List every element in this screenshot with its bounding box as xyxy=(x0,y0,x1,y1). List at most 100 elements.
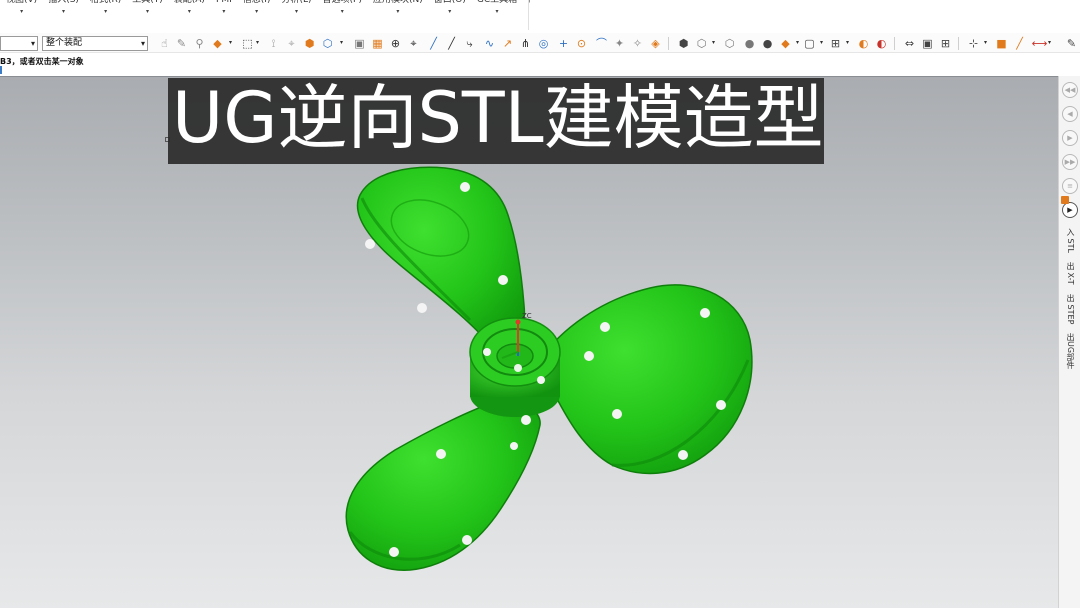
eye-icon[interactable]: ◈ xyxy=(648,36,663,51)
wire-icon[interactable]: ⬡ xyxy=(694,36,709,51)
menu-item-label: 工具(T) xyxy=(132,0,163,5)
menu-item[interactable]: 首选项(P) ▾ xyxy=(319,0,366,18)
menu-item[interactable]: 窗口(O) ▾ xyxy=(430,0,470,18)
pencil-icon[interactable]: ✎ xyxy=(1064,36,1079,51)
menu-item-label: 插入(S) xyxy=(48,0,79,5)
chevron-down-icon[interactable]: ▾ xyxy=(1048,39,1051,46)
resource-tab[interactable]: 出 STEP xyxy=(1063,294,1077,324)
resource-tab[interactable]: 入 STL xyxy=(1063,228,1077,253)
scope-filter-select[interactable]: 整个装配 ▾ xyxy=(42,36,148,51)
arc-icon[interactable]: ⌒ xyxy=(594,36,609,51)
chevron-down-icon: ▾ xyxy=(104,8,108,15)
menu-item[interactable]: 装配(A) ▾ xyxy=(170,0,209,18)
menu-divider xyxy=(528,0,529,30)
face-icon[interactable]: ⬢ xyxy=(302,36,317,51)
video-title-overlay: UG逆向STL建模造型 xyxy=(168,78,824,164)
scope-filter-value: 整个装配 xyxy=(46,38,83,48)
chevron-down-icon: ▾ xyxy=(396,8,400,15)
resource-bar: ◀◀ ◀ ▶ ▶▶ ≡ ▶ 入 STL 出 X-T 出 STEP 出UG部件 xyxy=(1058,76,1080,608)
chevron-down-icon: ▾ xyxy=(255,8,259,15)
material-icon[interactable]: ◐ xyxy=(874,36,889,51)
chevron-down-icon[interactable]: ▾ xyxy=(984,39,987,46)
line2-icon[interactable]: ╱ xyxy=(444,36,459,51)
menu-item-label: GC工具箱 xyxy=(476,0,518,5)
chevron-down-icon[interactable]: ▾ xyxy=(820,39,823,46)
hub-inner-ring xyxy=(496,343,534,369)
chevron-down-icon[interactable]: ▾ xyxy=(256,39,259,46)
menu-item[interactable]: 插入(S) ▾ xyxy=(44,0,83,18)
chevron-down-icon: ▾ xyxy=(340,8,344,15)
crosshair-icon[interactable]: ⊕ xyxy=(388,36,403,51)
grid-icon[interactable]: ⊞ xyxy=(938,36,953,51)
role-play-icon[interactable]: ▶ xyxy=(1062,202,1078,218)
menu-item-label: PMI xyxy=(215,0,232,5)
component-icon[interactable]: ▦ xyxy=(370,36,385,51)
snap-point-icon[interactable]: ◆ xyxy=(210,36,225,51)
layer-icon[interactable]: ⊞ xyxy=(828,36,843,51)
history-back-icon[interactable]: ◀◀ xyxy=(1062,82,1078,98)
target-icon[interactable]: ⊙ xyxy=(574,36,589,51)
spline-icon[interactable]: ∿ xyxy=(482,36,497,51)
fit-icon[interactable]: ▣ xyxy=(920,36,935,51)
lasso-icon[interactable]: ✎ xyxy=(174,36,189,51)
frame-icon[interactable]: ▢ xyxy=(802,36,817,51)
move-icon[interactable]: ⊹ xyxy=(966,36,981,51)
resource-tab[interactable]: 出UG部件 xyxy=(1063,333,1077,369)
menu-item[interactable]: 格式(R) ▾ xyxy=(86,0,125,18)
brush-icon[interactable]: ╱ xyxy=(1012,36,1027,51)
select-icon[interactable]: ☝ xyxy=(157,36,172,51)
solid-icon[interactable]: ▣ xyxy=(352,36,367,51)
menu-item[interactable]: 分析(L) ▾ xyxy=(277,0,315,18)
chevron-down-icon[interactable]: ▾ xyxy=(796,39,799,46)
sweep-icon[interactable]: ✧ xyxy=(630,36,645,51)
menu-item[interactable]: 应用模块(N) ▾ xyxy=(369,0,427,18)
tangent-icon[interactable]: ✦ xyxy=(612,36,627,51)
cue-text: B3，或者双击某一对象 xyxy=(0,57,84,66)
chevron-down-icon: ▾ xyxy=(187,8,191,15)
chevron-down-icon[interactable]: ▾ xyxy=(229,39,232,46)
resource-tab[interactable]: 出 X-T xyxy=(1063,262,1077,285)
menu-bar: 视图(V) ▾ 插入(S) ▾ 格式(R) ▾ 工具(T) ▾ 装配(A) ▾ PMI ▾ 信息(I) ▾… xyxy=(0,0,530,18)
plus-icon[interactable]: + xyxy=(556,36,571,51)
curve-icon[interactable]: ⤷ xyxy=(462,36,477,51)
chevron-down-icon: ▾ xyxy=(140,39,145,48)
selection-scope-icon[interactable]: ⬚ xyxy=(240,36,255,51)
chevron-down-icon: ▾ xyxy=(62,8,66,15)
menu-item[interactable]: PMI ▾ xyxy=(212,0,236,18)
circle-icon[interactable]: ◎ xyxy=(536,36,551,51)
menu-item[interactable]: 信息(I) ▾ xyxy=(239,0,275,18)
toolbar-separator xyxy=(668,37,669,50)
edge-display-icon[interactable]: ⬡ xyxy=(722,36,737,51)
menu-item[interactable]: GC工具箱 ▾ xyxy=(473,0,521,18)
view-icon[interactable]: ⇔ xyxy=(902,36,917,51)
chevron-down-icon[interactable]: ▾ xyxy=(846,39,849,46)
history-forward-icon[interactable]: ▶▶ xyxy=(1062,154,1078,170)
menu-item[interactable]: 视图(V) ▾ xyxy=(2,0,41,18)
resource-tabs: 入 STL 出 X-T 出 STEP 出UG部件 xyxy=(1063,228,1077,378)
box-select-icon[interactable]: ⟟ xyxy=(266,36,281,51)
edge-icon[interactable]: ↗ xyxy=(500,36,515,51)
palette-icon[interactable]: ◆ xyxy=(778,36,793,51)
paint-icon[interactable]: ◐ xyxy=(856,36,871,51)
sphere-icon[interactable]: ● xyxy=(760,36,775,51)
propeller-blade-lower[interactable] xyxy=(345,399,541,571)
chevron-down-icon: ▾ xyxy=(222,8,226,15)
chevron-down-icon[interactable]: ▾ xyxy=(340,39,343,46)
fork-icon[interactable]: ⋔ xyxy=(518,36,533,51)
history-list-icon[interactable]: ≡ xyxy=(1062,178,1078,194)
intersect-icon[interactable]: ⌖ xyxy=(406,36,421,51)
body-icon[interactable]: ⬡ xyxy=(320,36,335,51)
menu-item[interactable]: 工具(T) ▾ xyxy=(128,0,167,18)
history-step-forward-icon[interactable]: ▶ xyxy=(1062,130,1078,146)
chevron-down-icon[interactable]: ▾ xyxy=(712,39,715,46)
orange-square-icon[interactable]: ■ xyxy=(994,36,1009,51)
point-snap-icon[interactable]: ⌖ xyxy=(284,36,299,51)
filter-icon[interactable]: ⚲ xyxy=(192,36,207,51)
gray-sphere-icon[interactable]: ● xyxy=(742,36,757,51)
history-step-back-icon[interactable]: ◀ xyxy=(1062,106,1078,122)
line-icon[interactable]: ╱ xyxy=(426,36,441,51)
measure-icon[interactable]: ⟷ xyxy=(1032,36,1048,51)
shaded-icon[interactable]: ⬢ xyxy=(676,36,691,51)
type-filter-select[interactable]: ▾ xyxy=(0,36,38,51)
propeller-blade-right[interactable] xyxy=(539,284,753,475)
